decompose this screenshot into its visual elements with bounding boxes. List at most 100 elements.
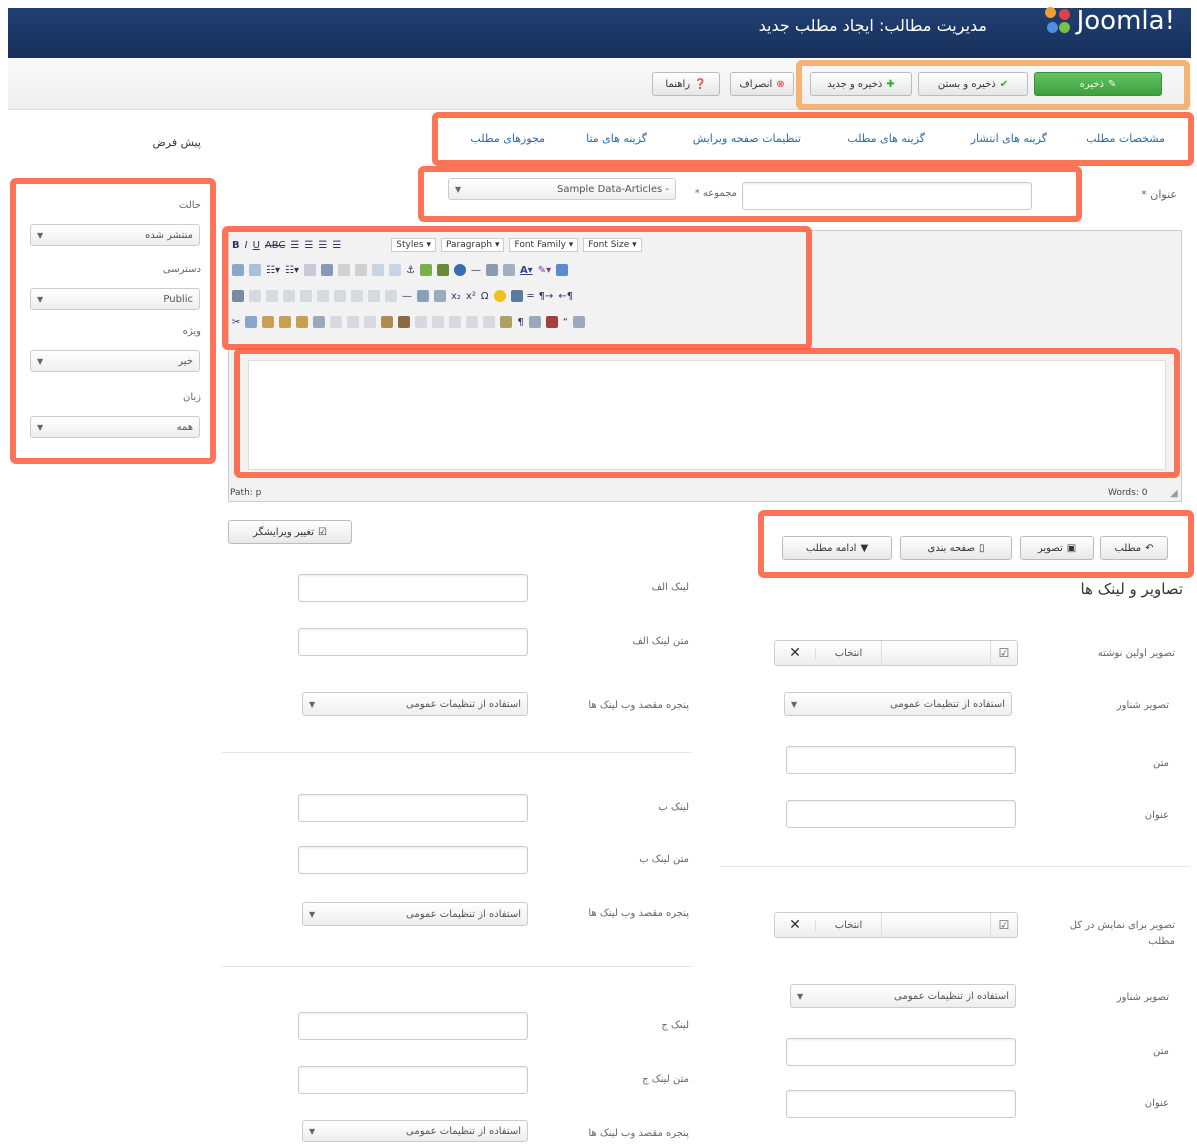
tab-article-details[interactable]: مشخصات مطلب [1086, 132, 1165, 145]
edit-css-icon[interactable] [232, 290, 244, 302]
cell-props-icon[interactable] [266, 290, 278, 302]
anchor-icon[interactable]: ⚓ [406, 265, 415, 276]
advhr-icon[interactable]: ═ [528, 291, 534, 302]
article-button[interactable]: ↶ مطلب [1100, 536, 1168, 560]
italic-icon[interactable]: I [245, 240, 248, 251]
outdent-icon[interactable] [303, 264, 316, 276]
table-props-icon[interactable] [249, 290, 261, 302]
html-icon[interactable] [453, 264, 466, 276]
redo-icon[interactable] [354, 264, 367, 276]
paste-text-icon[interactable] [279, 316, 292, 328]
styles-dropdown[interactable]: Styles ▾ [391, 238, 436, 252]
intro-alt-input[interactable] [786, 746, 1016, 774]
merge-cells-icon[interactable] [368, 290, 380, 302]
link-icon[interactable] [371, 264, 384, 276]
align-left-icon[interactable]: ☰ [290, 240, 299, 251]
move-backward-icon[interactable] [364, 316, 377, 328]
numbered-list-icon[interactable]: ☷▾ [285, 265, 299, 276]
strikethrough-icon[interactable]: ABC [265, 240, 286, 251]
select-all-icon[interactable] [313, 316, 326, 328]
tab-permissions[interactable]: مجوزهای مطلب [470, 132, 545, 145]
pagebreak-button[interactable]: ▯ صفحه بندی [900, 536, 1012, 560]
editor-content-area[interactable] [248, 360, 1166, 470]
checkbox-icon[interactable]: ☑ [991, 646, 1017, 660]
bg-color-icon[interactable]: ✎▾ [538, 265, 551, 276]
intro-caption-input[interactable] [786, 800, 1016, 828]
preview-icon[interactable] [528, 316, 541, 328]
tab-metadata[interactable]: گزینه های متا [586, 132, 647, 145]
link-c-text-input[interactable] [298, 1066, 528, 1094]
paste-word-icon[interactable] [296, 316, 309, 328]
find-icon[interactable] [232, 264, 244, 276]
fullscreen-icon[interactable] [556, 264, 569, 276]
superscript-icon[interactable]: x² [466, 291, 476, 302]
clear-icon[interactable]: ✕ [775, 645, 815, 661]
subscript-icon[interactable]: x₂ [451, 291, 461, 302]
row-before-icon[interactable] [283, 290, 295, 302]
save-close-button[interactable]: ✔ ذخیره و بستن [918, 72, 1028, 96]
visual-aid-icon[interactable] [434, 290, 446, 302]
copy-icon[interactable] [245, 316, 258, 328]
link-a-target-select[interactable]: استفاده از تنظیمات عمومی ▼ [302, 692, 528, 716]
readmore-button[interactable]: ▼ ادامه مطلب [782, 536, 892, 560]
delete-icon[interactable] [483, 316, 496, 328]
paragraph-dropdown[interactable]: Paragraph ▾ [440, 238, 505, 252]
indent-icon[interactable] [320, 264, 333, 276]
full-alt-input[interactable] [786, 1038, 1016, 1066]
special-char-icon[interactable]: Ω [481, 291, 489, 302]
image-button[interactable]: ▣ تصویر [1020, 536, 1094, 560]
link-b-input[interactable] [298, 794, 528, 822]
font-size-dropdown[interactable]: Font Size ▾ [583, 238, 642, 252]
intro-image-field[interactable] [881, 641, 991, 665]
save-button[interactable]: ✎ ذخیره [1034, 72, 1162, 96]
category-select[interactable]: - Sample Data-Articles ▼ [448, 178, 676, 200]
tab-publishing[interactable]: گزینه های انتشار [971, 132, 1047, 145]
link-a-input[interactable] [298, 574, 528, 602]
intro-float-select[interactable]: استفاده از تنظیمات عمومی ▼ [784, 692, 1012, 716]
template-icon[interactable] [572, 316, 585, 328]
full-image-select-button[interactable]: انتخاب [815, 919, 881, 931]
checkbox-icon[interactable]: ☑ [991, 918, 1017, 932]
link-a-text-input[interactable] [298, 628, 528, 656]
title-input[interactable] [742, 182, 1032, 210]
bold-icon[interactable]: B [232, 240, 240, 251]
align-center-icon[interactable]: ☰ [304, 240, 313, 251]
print-icon[interactable] [545, 316, 558, 328]
link-c-input[interactable] [298, 1012, 528, 1040]
intro-image-select-button[interactable]: انتخاب [815, 647, 881, 659]
layer-icon[interactable] [330, 316, 343, 328]
tab-article-options[interactable]: گزینه های مطلب [847, 132, 925, 145]
absolute-icon[interactable] [381, 316, 394, 328]
help-button[interactable]: ❓ راهنما [652, 72, 720, 96]
full-float-select[interactable]: استفاده از تنظیمات عمومی ▼ [790, 984, 1016, 1008]
font-family-dropdown[interactable]: Font Family ▾ [509, 238, 579, 252]
full-caption-input[interactable] [786, 1090, 1016, 1118]
cite-icon[interactable] [415, 316, 428, 328]
link-b-target-select[interactable]: استفاده از تنظیمات عمومی ▼ [302, 902, 528, 926]
tab-editor-config[interactable]: تنظیمات صفحه ویرایش [693, 132, 801, 145]
split-cells-icon[interactable] [385, 290, 397, 302]
bullet-list-icon[interactable]: ☷▾ [266, 265, 280, 276]
unlink-icon[interactable] [388, 264, 401, 276]
hr-line-icon[interactable]: — [402, 291, 412, 302]
visual-chars-icon[interactable]: ¶ [517, 317, 523, 328]
rtl-icon[interactable]: ←¶ [558, 291, 573, 302]
full-image-field[interactable] [881, 913, 991, 937]
toggle-editor-button[interactable]: ☑ تغییر ویرایشگر [228, 520, 352, 544]
hr-icon[interactable]: — [471, 265, 481, 276]
move-forward-icon[interactable] [347, 316, 360, 328]
undo-icon[interactable] [337, 264, 350, 276]
image-icon[interactable] [419, 264, 432, 276]
delete-row-icon[interactable] [317, 290, 329, 302]
paste-icon[interactable] [262, 316, 275, 328]
table-icon[interactable] [485, 264, 498, 276]
underline-icon[interactable]: U [253, 240, 260, 251]
align-right-icon[interactable]: ☰ [318, 240, 327, 251]
insert-icon[interactable] [466, 316, 479, 328]
link-c-target-select[interactable]: استفاده از تنظیمات عمومی ▼ [302, 1120, 528, 1142]
cut-icon[interactable]: ✂ [232, 317, 240, 328]
clear-icon[interactable]: ✕ [775, 917, 815, 933]
replace-icon[interactable] [249, 264, 261, 276]
access-select[interactable]: Public ▼ [30, 288, 200, 310]
text-color-icon[interactable]: A▾ [520, 265, 533, 276]
